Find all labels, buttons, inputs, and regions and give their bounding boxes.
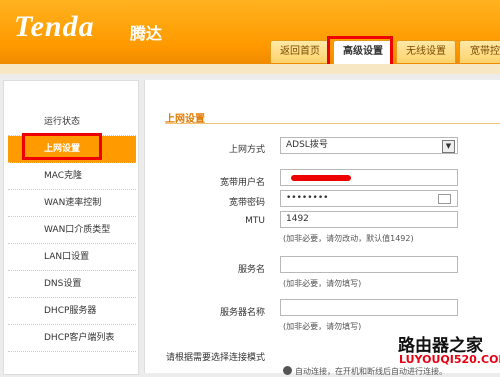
sidebar-item-dhcp-server[interactable]: DHCP服务器 [8,298,136,325]
sidebar-item-wan-speed[interactable]: WAN速率控制 [8,190,136,217]
connect-mode-label: 请根据需要选择连接模式 [165,353,265,363]
server-label: 服务器名称 [219,308,265,318]
chevron-down-icon[interactable]: ▼ [442,140,455,153]
mtu-field[interactable]: 1492 [280,211,458,228]
mode-select[interactable]: ADSL拨号 ▼ [280,137,458,154]
sidebar-item-wan-media[interactable]: WAN口介质类型 [8,217,136,244]
mtu-hint: (加非必要，请勿改动，默认值1492) [283,234,414,243]
tab-home[interactable]: 返回首页 [270,40,330,63]
server-hint: (加非必要，请勿填写) [283,322,362,331]
sidebar-item-mac-clone[interactable]: MAC克隆 [8,163,136,190]
password-field[interactable]: •••••••• [280,190,458,207]
brand-logo: Tenda [14,10,95,43]
tab-wireless[interactable]: 无线设置 [396,40,456,63]
password-value: •••••••• [286,193,329,203]
watermark-url: LUYOUQI520.COM [399,353,500,366]
sidebar-item-lan[interactable]: LAN口设置 [8,244,136,271]
username-label: 宽带用户名 [219,178,265,188]
service-hint: (加非必要，请勿填写) [283,279,362,288]
keyboard-icon[interactable] [438,194,451,204]
sidebar: 运行状态 上网设置 MAC克隆 WAN速率控制 WAN口介质类型 LAN口设置 … [3,80,139,375]
sidebar-item-status[interactable]: 运行状态 [8,109,136,136]
redaction-mark [291,175,351,181]
mode-label: 上网方式 [228,145,265,155]
main-content: 上网设置 上网方式 ADSL拨号 ▼ 宽带用户名 宽带密码 •••••••• M… [144,80,500,376]
header-band [0,64,500,74]
sidebar-item-dhcp-clients[interactable]: DHCP客户端列表 [8,325,136,352]
section-divider [165,123,500,124]
connect-auto-radio[interactable] [283,366,292,375]
mtu-label: MTU [245,216,265,226]
highlight-sidebar-internet [22,133,102,160]
sidebar-item-dns[interactable]: DNS设置 [8,271,136,298]
tab-bandwidth[interactable]: 宽带控 [459,40,500,63]
username-field[interactable] [280,169,458,186]
brand-logo-cn: 腾达 [130,24,163,43]
password-label: 宽带密码 [228,198,265,208]
service-label: 服务名 [237,265,265,275]
mtu-value: 1492 [286,214,309,224]
server-name-field[interactable] [280,299,458,316]
mode-select-value: ADSL拨号 [286,140,328,150]
service-name-field[interactable] [280,256,458,273]
connect-auto-label: 自动连接，在开机和断线后自动进行连接。 [295,367,447,376]
